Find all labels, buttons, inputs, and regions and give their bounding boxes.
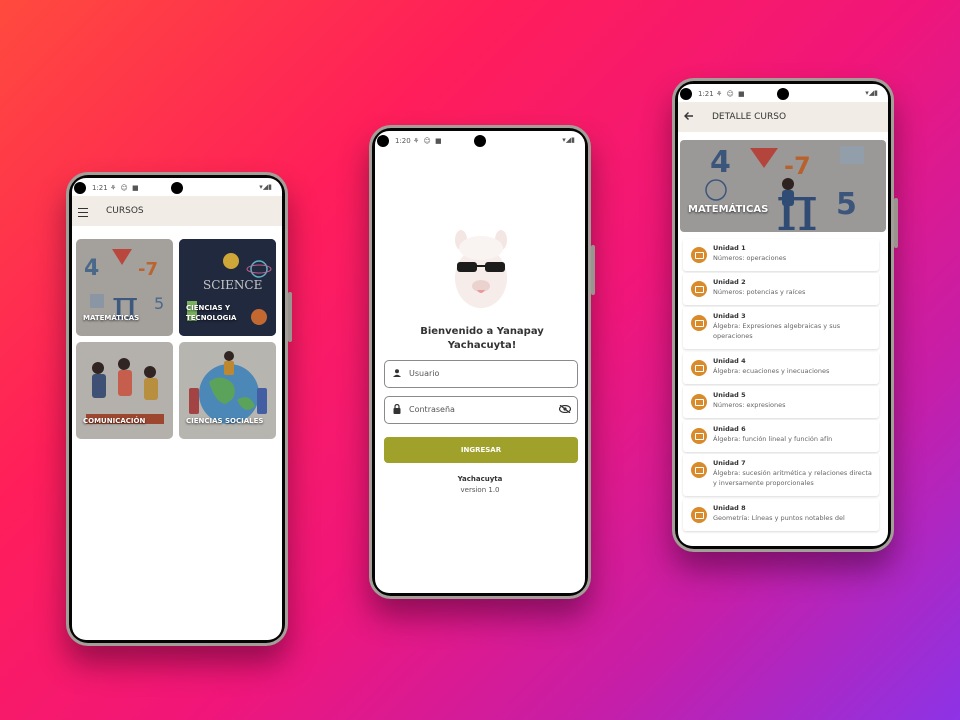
course-card-comunicacion[interactable]: COMUNICACIÓN [76,342,173,439]
app-bar: DETALLE CURSO [678,102,888,132]
unit-list-item[interactable]: Unidad 4 Álgebra: ecuaciones y inecuacion… [683,352,879,384]
lock-icon [393,403,401,414]
back-arrow-icon[interactable] [684,111,694,121]
signal-battery-icons: ▾◢▮ [562,136,575,144]
course-label: CIENCIAS SOCIALES [186,417,264,425]
course-card-ciencias-sociales[interactable]: CIENCIAS SOCIALES [179,342,276,439]
unit-book-icon [691,360,707,376]
welcome-title: Bienvenido a Yanapay Yachacuyta! [420,326,544,351]
course-banner: 4 -7 π 5 MATEMÁTICAS [680,140,886,232]
login-screen: 1:20 ⚘ ☺ ■ ▾◢▮ Bienvenido a Yanapay Yach… [375,131,585,593]
status-bar: 1:21 ⚘ ☺ ■ ▾◢▮ [72,178,282,196]
unit-book-icon [691,281,707,297]
course-label: MATEMÁTICAS [83,314,140,322]
llama-logo [455,230,507,308]
notification-icons: ⚘ ☺ ■ [110,184,140,192]
course-label: CIENCIAS Y TECNOLOGIA [186,304,237,322]
signal-battery-icons: ▾◢▮ [865,89,878,97]
unit-subtitle: Números: operaciones [713,254,787,262]
unit-title: Unidad 2 [713,278,746,286]
unit-subtitle: Álgebra: sucesión aritmética y relacione… [713,469,872,487]
camera-icon [377,135,389,147]
login-button[interactable]: INGRESAR [384,437,578,463]
banner-illustration: 4 -7 π 5 [680,140,886,232]
page-title: DETALLE CURSO [712,112,787,122]
signal-battery-icons: ▾◢▮ [259,183,272,191]
unit-book-icon [691,394,707,410]
unit-subtitle: Álgebra: Expresiones algebraicas y sus o… [713,322,841,340]
course-card-ciencias[interactable]: SCIENCE CIENCIAS Y TECNOLOGIA [179,239,276,336]
person-icon [393,369,401,377]
username-field[interactable]: Usuario [384,360,578,388]
unit-title: Unidad 7 [713,459,746,467]
username-placeholder: Usuario [409,369,440,378]
unit-subtitle: Geometría: Líneas y puntos notables del [713,514,845,522]
unit-list-item[interactable]: Unidad 1 Números: operaciones [683,239,879,271]
course-detail-screen: 1:21 ⚘ ☺ ■ ▾◢▮ DETALLE CURSO 4 -7 π 5 [678,84,888,546]
status-bar: 1:21 ⚘ ☺ ■ ▾◢▮ [678,84,888,102]
unit-list-item[interactable]: Unidad 8 Geometría: Líneas y puntos notab… [683,499,879,531]
unit-title: Unidad 4 [713,357,746,365]
phone-course-detail: 1:21 ⚘ ☺ ■ ▾◢▮ DETALLE CURSO 4 -7 π 5 [672,78,898,552]
unit-list-item[interactable]: Unidad 5 Números: expresiones [683,386,879,418]
unit-subtitle: Números: potencias y raíces [713,288,806,296]
unit-subtitle: Álgebra: ecuaciones y inecuaciones [713,367,830,375]
password-field[interactable]: Contraseña [384,396,578,424]
unit-title: Unidad 6 [713,425,746,433]
unit-book-icon [691,462,707,478]
unit-title: Unidad 5 [713,391,746,399]
unit-book-icon [691,507,707,523]
courses-screen: 1:21 ⚘ ☺ ■ ▾◢▮ CURSOS 4 -7 π 5 MATEMÁTIC… [72,178,282,640]
front-camera [171,182,183,194]
status-time: 1:20 [395,137,411,145]
phone-login: 1:20 ⚘ ☺ ■ ▾◢▮ Bienvenido a Yanapay Yach… [369,125,595,599]
status-time: 1:21 [698,90,714,98]
status-bar: 1:20 ⚘ ☺ ■ ▾◢▮ [375,131,585,149]
unit-subtitle: Álgebra: función lineal y función afín [713,435,833,443]
unit-list-item[interactable]: Unidad 2 Números: potencias y raíces [683,273,879,305]
unit-book-icon [691,315,707,331]
course-card-matematicas[interactable]: 4 -7 π 5 MATEMÁTICAS [76,239,173,336]
visibility-off-icon[interactable] [558,404,572,414]
app-name: Yachacuyta [457,475,503,483]
course-label: COMUNICACIÓN [83,417,146,425]
app-bar: CURSOS [72,196,282,226]
status-time: 1:21 [92,184,108,192]
unit-subtitle: Números: expresiones [713,401,786,409]
unit-list-item[interactable]: Unidad 3 Álgebra: Expresiones algebraicas… [683,307,879,349]
unit-list-item[interactable]: Unidad 7 Álgebra: sucesión aritmética y r… [683,454,879,496]
unit-book-icon [691,247,707,263]
unit-list-item[interactable]: Unidad 6 Álgebra: función lineal y funció… [683,420,879,452]
unit-book-icon [691,428,707,444]
unit-title: Unidad 1 [713,244,746,252]
menu-icon[interactable] [78,208,88,217]
page-title: CURSOS [106,206,144,216]
unit-title: Unidad 3 [713,312,746,320]
camera-icon [680,88,692,100]
front-camera [474,135,486,147]
app-version: version 1.0 [460,486,500,494]
camera-icon [74,182,86,194]
phone-courses: 1:21 ⚘ ☺ ■ ▾◢▮ CURSOS 4 -7 π 5 MATEMÁTIC… [66,172,292,646]
unit-title: Unidad 8 [713,504,746,512]
front-camera [777,88,789,100]
notification-icons: ⚘ ☺ ■ [413,137,443,145]
notification-icons: ⚘ ☺ ■ [716,90,746,98]
password-placeholder: Contraseña [409,405,455,414]
banner-title: MATEMÁTICAS [688,204,769,215]
